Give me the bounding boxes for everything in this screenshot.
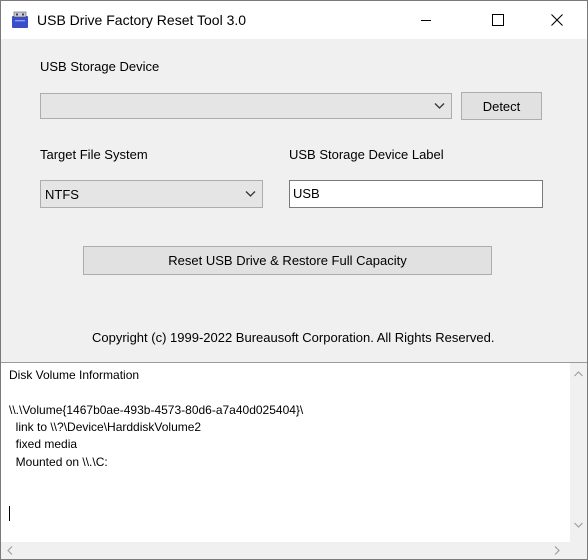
usb-drive-icon [12, 11, 28, 28]
chevron-down-icon [434, 103, 445, 109]
scroll-left-icon[interactable] [7, 546, 13, 555]
device-label: USB Storage Device [40, 59, 160, 74]
info-line: link to \\?\Device\HarddiskVolume2 [9, 420, 202, 434]
filesystem-select-value: NTFS [45, 187, 79, 202]
info-line: fixed media [9, 437, 78, 451]
volume-label-input[interactable]: USB [289, 180, 543, 208]
horizontal-scrollbar[interactable] [1, 542, 587, 559]
title-bar[interactable]: USB Drive Factory Reset Tool 3.0 [1, 1, 587, 39]
scroll-right-icon[interactable] [554, 546, 560, 555]
scroll-down-icon[interactable] [574, 522, 583, 528]
volume-label-value: USB [293, 186, 320, 201]
chevron-down-icon [245, 191, 256, 197]
window-title: USB Drive Factory Reset Tool 3.0 [37, 12, 247, 28]
close-button[interactable] [534, 1, 580, 39]
volume-label-label: USB Storage Device Label [289, 147, 444, 162]
scroll-up-icon[interactable] [574, 371, 583, 377]
detect-button[interactable]: Detect [461, 92, 542, 120]
maximize-button[interactable] [475, 1, 521, 39]
device-select[interactable] [40, 93, 452, 119]
text-caret [9, 506, 10, 521]
copyright-text: Copyright (c) 1999-2022 Bureausoft Corpo… [92, 330, 495, 345]
info-line: \\.\Volume{1467b0ae-493b-4573-80d6-a7a40… [9, 403, 304, 417]
filesystem-label: Target File System [40, 147, 148, 162]
disk-info-textarea[interactable]: Disk Volume Information \\.\Volume{1467b… [1, 362, 587, 559]
reset-button[interactable]: Reset USB Drive & Restore Full Capacity [83, 246, 492, 275]
vertical-scrollbar[interactable] [570, 363, 587, 543]
close-icon [551, 14, 563, 26]
filesystem-select[interactable]: NTFS [40, 180, 263, 208]
minimize-button[interactable] [403, 1, 449, 39]
info-heading: Disk Volume Information [9, 368, 140, 382]
app-window: USB Drive Factory Reset Tool 3.0 USB Sto… [0, 0, 588, 560]
info-line: Mounted on \\.\C: [9, 455, 108, 469]
maximize-icon [492, 14, 504, 26]
minimize-icon [421, 20, 431, 21]
